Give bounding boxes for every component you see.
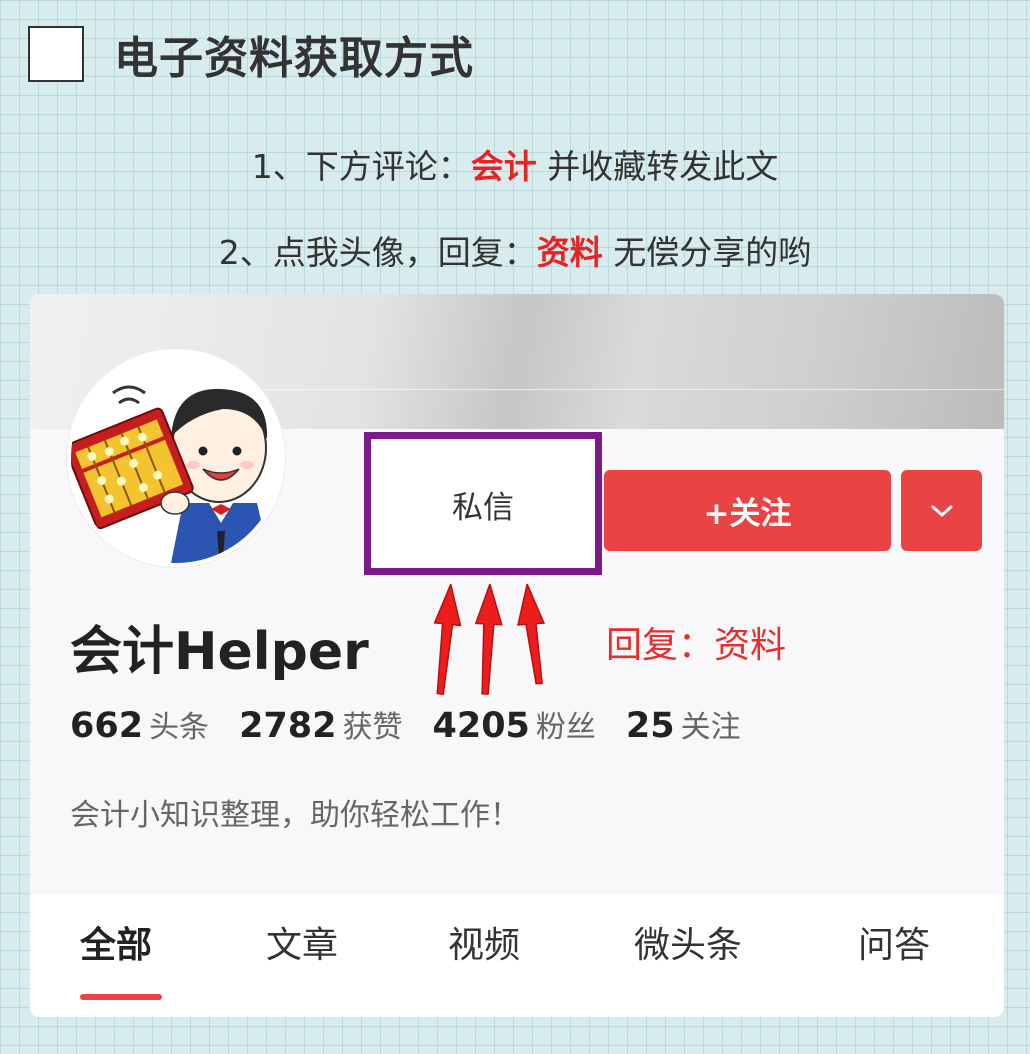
stat-label: 获赞	[342, 710, 403, 745]
avatar[interactable]	[67, 349, 285, 567]
active-tab-indicator	[80, 994, 162, 1000]
banner-divider	[260, 389, 1004, 390]
profile-bio: 会计小知识整理，助你轻松工作！	[70, 798, 520, 833]
profile-card: 私信 +关注 回复：资料 会计Helper 662 头条 2782 获赞 420…	[30, 294, 1004, 1017]
instruction-2: 2、点我头像，回复：资料 无偿分享的哟	[0, 226, 1030, 274]
checkbox[interactable]	[28, 26, 84, 82]
private-message-button[interactable]: 私信	[370, 437, 596, 571]
instruction-2-suffix: 无偿分享的哟	[602, 233, 812, 272]
tab-all[interactable]: 全部	[80, 916, 152, 968]
stat-following[interactable]: 25 关注	[626, 702, 741, 746]
instruction-2-keyword: 资料	[536, 233, 603, 272]
profile-name: 会计Helper	[70, 622, 369, 682]
instruction-1-prefix: 1、下方评论：	[251, 147, 471, 186]
page-header: 电子资料获取方式	[28, 22, 474, 86]
annotation-arrows	[433, 584, 546, 695]
stat-label: 头条	[149, 710, 210, 745]
tab-micro-posts[interactable]: 微头条	[634, 916, 742, 968]
stat-likes[interactable]: 2782 获赞	[239, 702, 402, 746]
chevron-down-icon	[931, 505, 952, 516]
stat-value: 662	[70, 706, 144, 746]
stat-articles[interactable]: 662 头条	[70, 702, 209, 746]
avatar-illustration	[71, 385, 271, 563]
reply-hint-annotation: 回复：资料	[606, 625, 787, 666]
tab-articles[interactable]: 文章	[266, 916, 338, 968]
stat-label: 粉丝	[535, 710, 596, 745]
profile-stats: 662 头条 2782 获赞 4205 粉丝 25 关注	[70, 702, 771, 746]
stat-value: 4205	[432, 706, 530, 746]
stat-value: 2782	[239, 706, 337, 746]
tab-videos[interactable]: 视频	[448, 916, 520, 968]
instruction-1-keyword: 会计	[470, 147, 537, 186]
follow-button[interactable]: +关注	[604, 470, 891, 551]
page-title: 电子资料获取方式	[114, 33, 474, 84]
arrow-up-icon	[433, 584, 546, 695]
instruction-2-prefix: 2、点我头像，回复：	[218, 233, 537, 272]
tab-qa[interactable]: 问答	[858, 916, 930, 968]
instruction-1-suffix: 并收藏转发此文	[536, 147, 779, 186]
stat-value: 25	[625, 706, 675, 746]
instruction-1: 1、下方评论：会计 并收藏转发此文	[0, 140, 1030, 188]
stat-followers[interactable]: 4205 粉丝	[432, 702, 595, 746]
content-tabs: 全部 文章 视频 微头条 问答	[30, 894, 1004, 1017]
more-options-button[interactable]	[901, 470, 982, 551]
stat-label: 关注	[680, 710, 741, 745]
